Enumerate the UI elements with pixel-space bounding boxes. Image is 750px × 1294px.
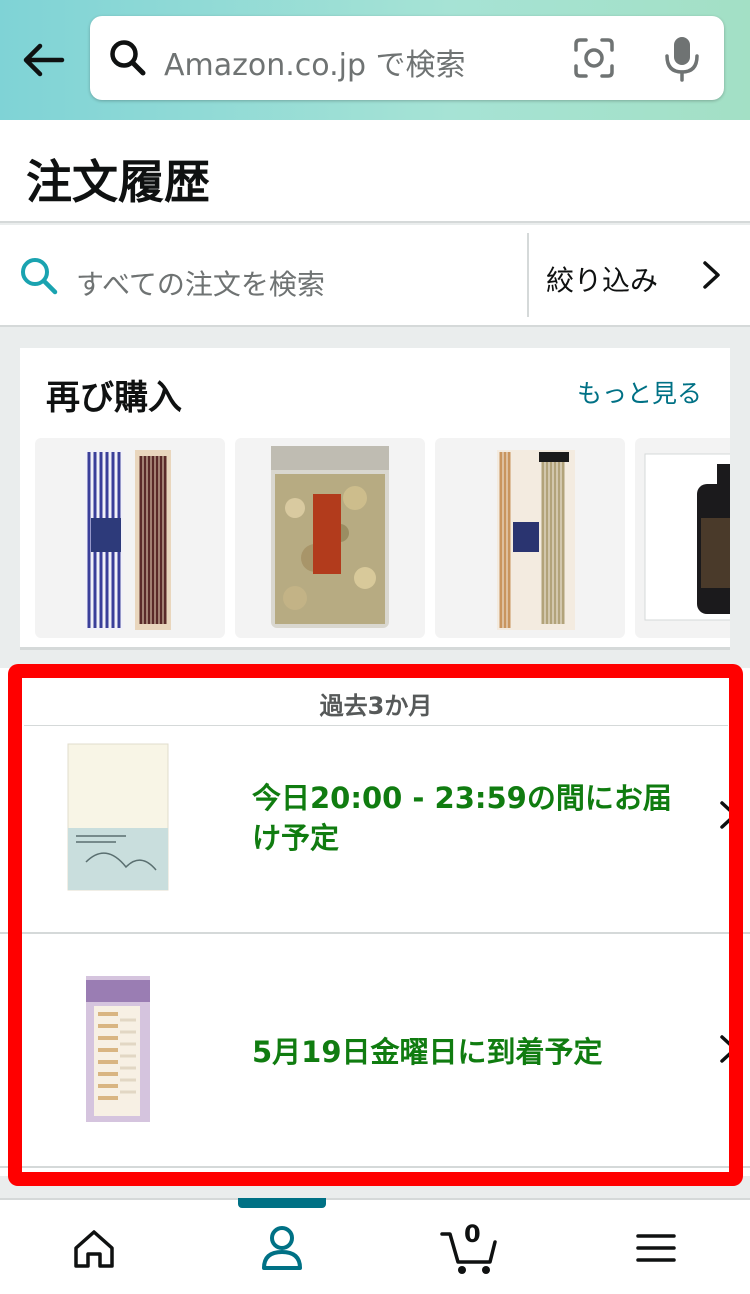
order-search-input[interactable]: すべての注文を検索 [76,263,325,303]
top-search-bar: Amazon.co.jp で検索 [0,0,750,120]
chevron-right-icon [718,798,740,832]
filter-label: 絞り込み [546,264,659,297]
page-header: 注文履歴 [0,120,750,223]
microphone-icon[interactable] [662,34,702,82]
delivery-status: 5月19日金曜日に到着予定 [252,1035,603,1069]
delivery-status: 今日20:00 - 23:59の間にお届け予定 [252,781,672,855]
search-icon [18,255,60,297]
almond-snack-image [271,446,389,628]
buy-again-item[interactable] [635,438,730,638]
buy-again-item[interactable] [435,438,625,638]
order-search-bar: すべての注文を検索 絞り込み [0,225,750,327]
bottle-image [644,453,730,621]
home-icon[interactable] [64,1218,124,1278]
chevron-right-icon [700,257,724,293]
see-more-link[interactable]: もっと見る [577,374,702,410]
orders-list: 過去3か月 今日20:00 - 23:59の間にお届け予定 5月19日金曜日に到… [0,668,750,1176]
chevron-right-icon [718,1032,740,1066]
bottom-navigation [0,1198,750,1294]
search-box[interactable]: Amazon.co.jp で検索 [90,16,724,100]
buy-again-item[interactable] [35,438,225,638]
menu-icon[interactable] [626,1218,686,1278]
incense-beige-image [497,450,575,630]
order-item[interactable]: 今日20:00 - 23:59の間にお届け予定 [0,726,750,934]
divider [527,233,529,317]
period-label: 過去3か月 [319,692,433,720]
incense-blue-image [85,450,171,630]
product-thumbnail [66,742,172,896]
buy-again-card: 再び購入 もっと見る [20,348,730,650]
order-item[interactable]: 5月19日金曜日に到着予定 [0,936,750,1168]
active-tab-indicator [238,1198,326,1208]
buy-again-title: 再び購入 [46,378,182,418]
product-thumbnail [84,974,152,1128]
camera-icon[interactable] [572,36,616,80]
back-arrow-icon[interactable] [18,34,70,86]
buy-again-item[interactable] [235,438,425,638]
period-header: 過去3か月 [24,676,728,728]
search-input[interactable]: Amazon.co.jp で検索 [164,40,466,84]
page-title: 注文履歴 [26,155,210,209]
account-icon[interactable] [252,1218,312,1278]
search-icon [108,38,148,78]
cart-count-badge: 0 [464,1220,481,1248]
filter-button[interactable]: 絞り込み [530,225,750,325]
